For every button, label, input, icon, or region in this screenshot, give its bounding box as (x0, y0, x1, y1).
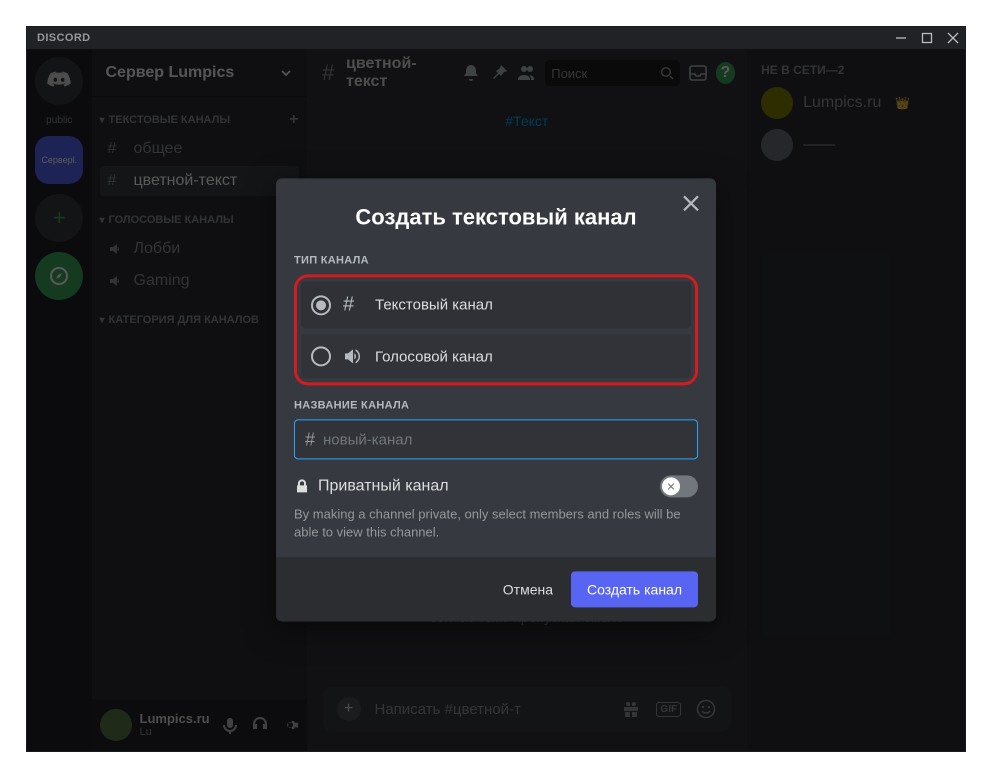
speaker-icon (343, 346, 363, 366)
create-channel-modal: Создать текстовый канал ТИП КАНАЛА # Тек… (276, 178, 716, 621)
type-label: ТИП КАНАЛА (294, 254, 698, 266)
create-button[interactable]: Создать канал (571, 572, 698, 608)
modal-footer: Отмена Создать канал (276, 558, 716, 622)
titlebar: DISCORD (27, 27, 965, 49)
cancel-button[interactable]: Отмена (503, 582, 553, 598)
hash-icon: # (343, 293, 363, 316)
channel-type-group: # Текстовый канал Голосовой канал (294, 274, 698, 385)
radio-unselected (311, 346, 331, 366)
private-toggle[interactable] (660, 475, 698, 497)
channel-name-field[interactable] (323, 431, 687, 448)
app-body: public Серверl. + Сервер Lumpics ▾ТЕКСТО… (27, 49, 965, 751)
type-text-option[interactable]: # Текстовый канал (301, 281, 691, 328)
window-controls (895, 32, 959, 44)
app-window: DISCORD public Серверl. + (26, 26, 966, 752)
channel-name-input[interactable]: # (294, 419, 698, 459)
close-button[interactable] (947, 32, 959, 44)
name-label: НАЗВАНИЕ КАНАЛА (294, 399, 698, 411)
modal-title: Создать текстовый канал (276, 178, 716, 244)
hash-icon: # (305, 429, 315, 450)
type-voice-option[interactable]: Голосовой канал (301, 334, 691, 378)
close-icon[interactable] (680, 192, 702, 214)
radio-selected (311, 295, 331, 315)
minimize-button[interactable] (895, 32, 907, 44)
private-toggle-row: Приватный канал (294, 475, 698, 497)
lock-icon (294, 478, 310, 494)
maximize-button[interactable] (921, 32, 933, 44)
brand-wordmark: DISCORD (37, 32, 91, 44)
private-description: By making a channel private, only select… (294, 505, 698, 541)
